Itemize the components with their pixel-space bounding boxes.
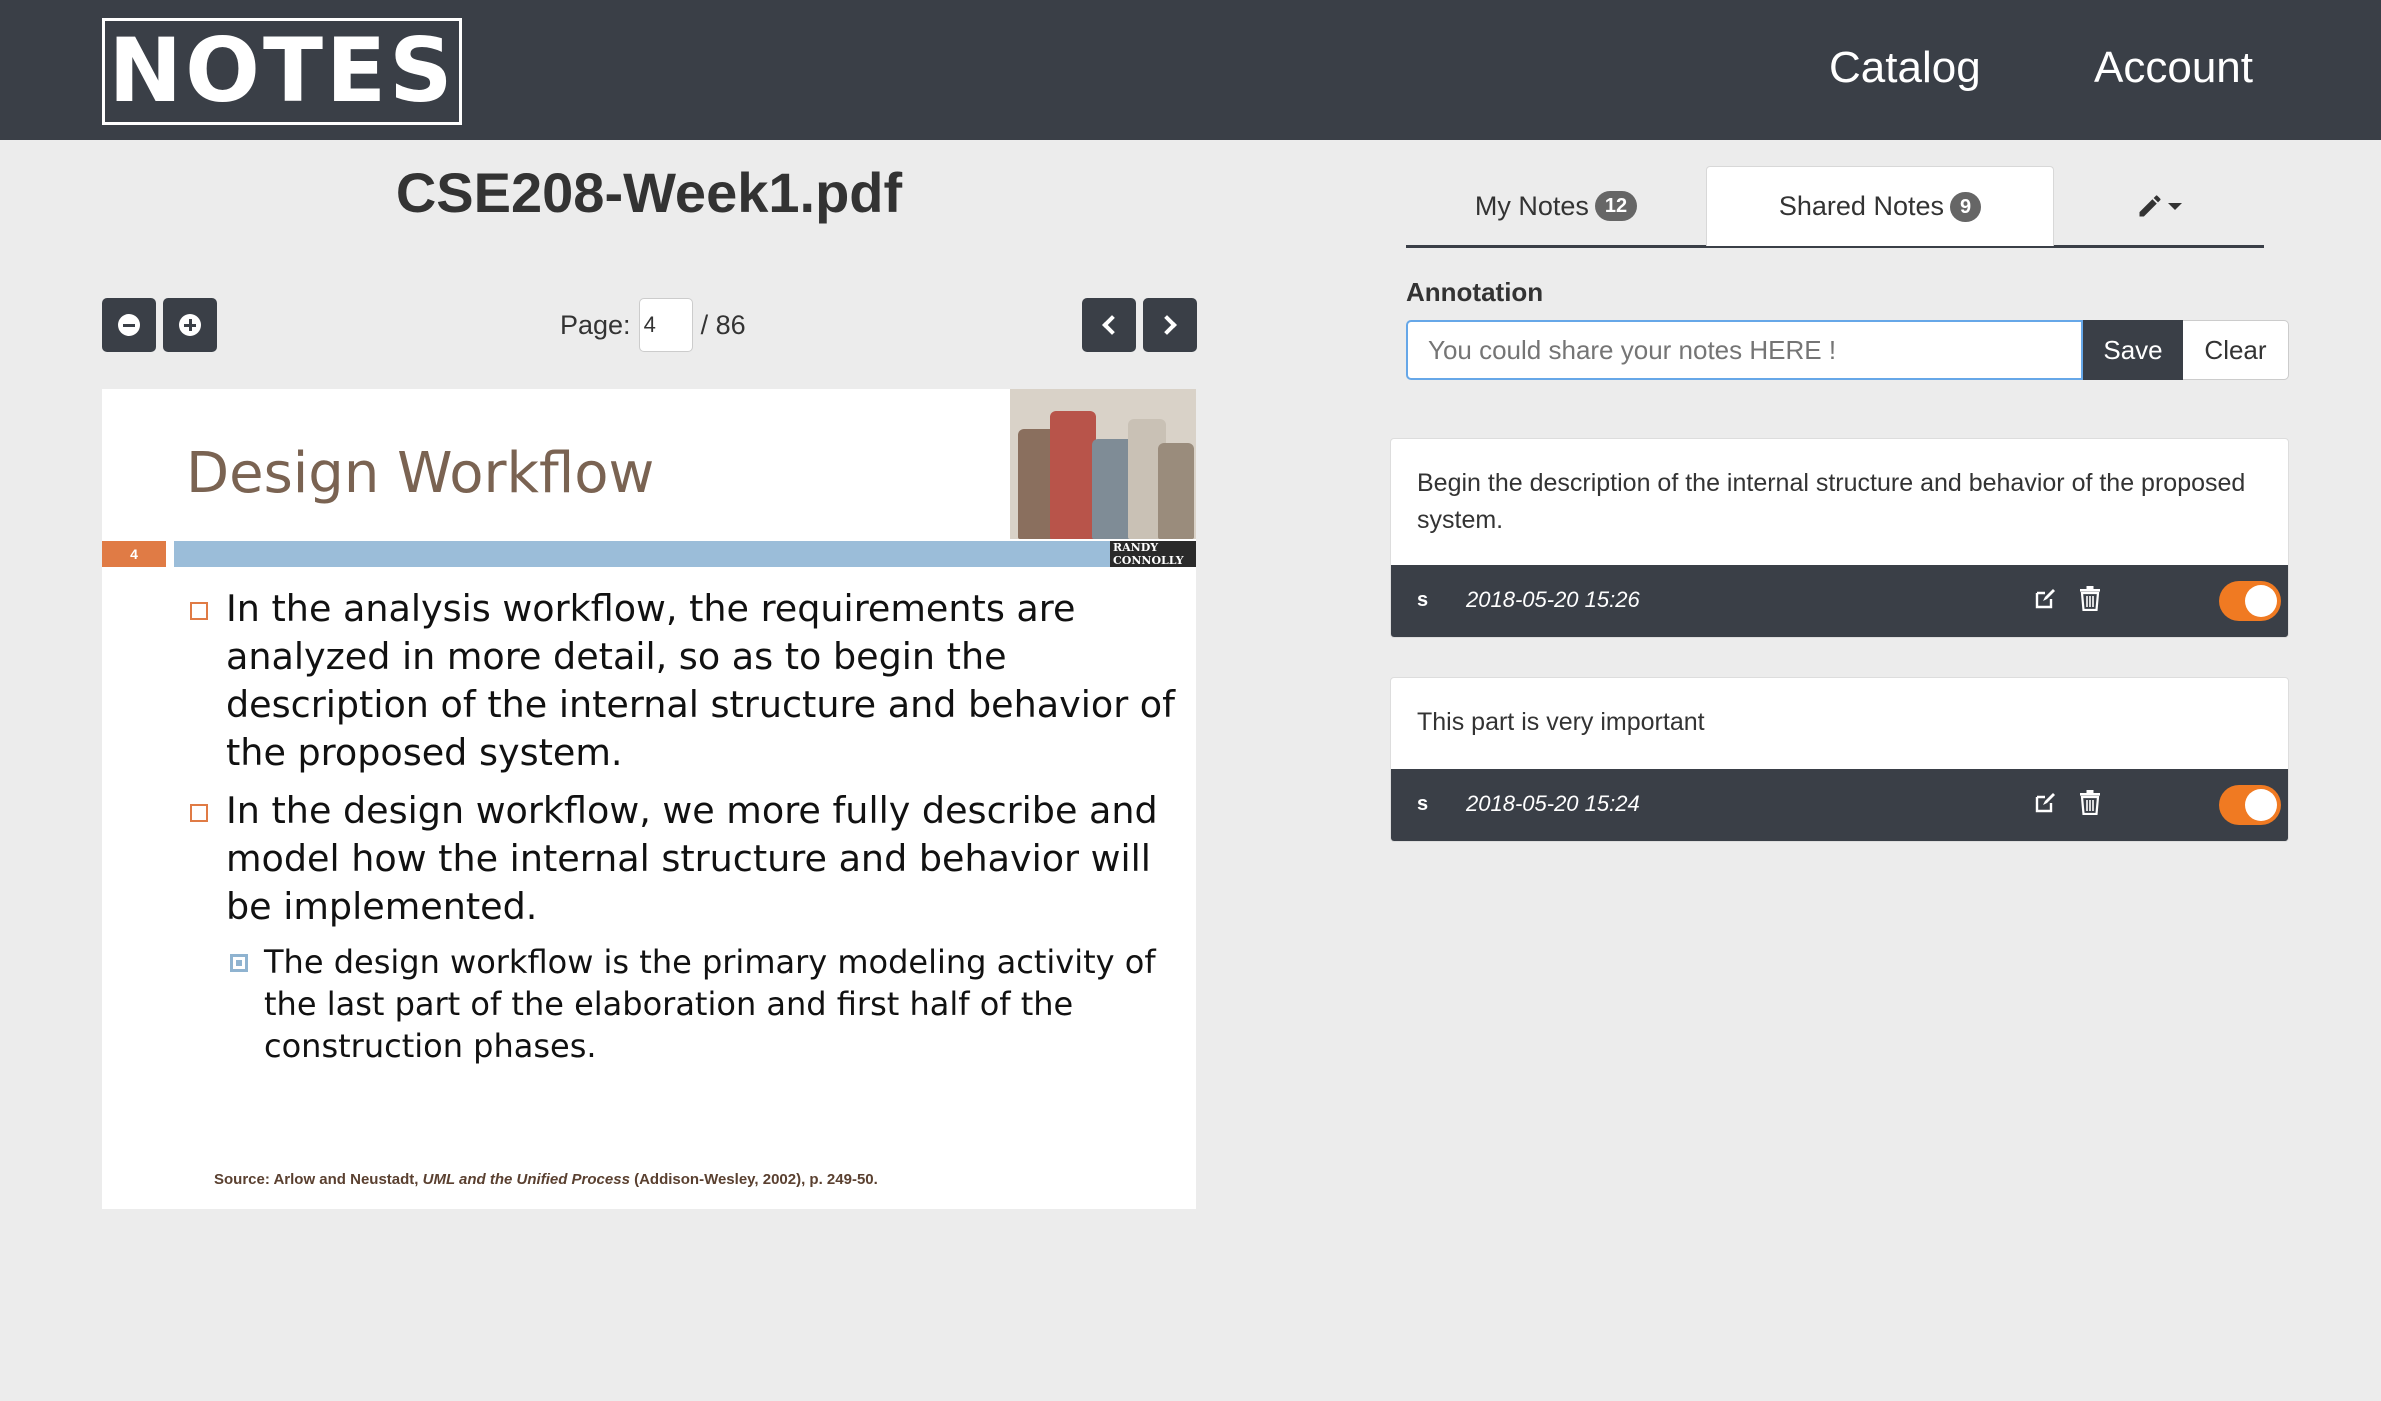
notes-logo[interactable]: NOTES	[102, 18, 462, 125]
slide-subbullet-text: The design workflow is the primary model…	[264, 943, 1156, 1065]
source-suffix: (Addison-Wesley, 2002), p. 249-50.	[634, 1171, 878, 1188]
zoom-out-button[interactable]	[102, 298, 156, 352]
shared-notes-count-badge: 9	[1949, 191, 1982, 222]
share-toggle[interactable]	[2219, 785, 2281, 825]
square-subbullet-icon	[230, 954, 248, 972]
save-button[interactable]: Save	[2083, 320, 2183, 380]
note-footer: s 2018-05-20 15:24	[1391, 769, 2288, 841]
slide-bullet-text: In the design workflow, we more fully de…	[226, 789, 1158, 928]
note-footer: s 2018-05-20 15:26	[1391, 565, 2288, 637]
source-title: UML and the Unified Process	[422, 1171, 630, 1188]
previous-page-button[interactable]	[1082, 298, 1136, 352]
trash-icon[interactable]	[2079, 789, 2101, 815]
nav-catalog-link[interactable]: Catalog	[1829, 38, 1981, 98]
annotation-label: Annotation	[1406, 277, 1544, 307]
document-title: CSE208-Week1.pdf	[395, 161, 903, 224]
notes-tabs: My Notes 12 Shared Notes 9	[1406, 166, 2264, 248]
note-user: s	[1417, 793, 1429, 815]
edit-icon[interactable]	[2033, 791, 2057, 815]
total-pages: / 86	[700, 309, 746, 340]
share-toggle[interactable]	[2219, 581, 2281, 621]
note-card: Begin the description of the internal st…	[1390, 438, 2289, 638]
chevron-left-icon	[1102, 315, 1122, 335]
trash-icon[interactable]	[2079, 585, 2101, 611]
slide-title-rule	[174, 541, 1196, 567]
note-timestamp: 2018-05-20 15:26	[1466, 587, 1640, 612]
page-number-input[interactable]	[638, 298, 693, 352]
square-bullet-icon	[190, 602, 208, 620]
pencil-icon	[2139, 195, 2161, 217]
slide-bullets: In the analysis workflow, the requiremen…	[186, 585, 1186, 1067]
my-notes-count-badge: 12	[1594, 191, 1638, 221]
author-brand-mark: RANDY CONNOLLY	[1110, 541, 1196, 567]
tab-shared-notes[interactable]: Shared Notes 9	[1706, 166, 2054, 246]
plus-circle-icon	[179, 314, 201, 336]
pdf-page[interactable]: Design Workflow 4 RANDY CONNOLLY In the …	[102, 389, 1196, 1209]
slide-number: 4	[102, 541, 166, 567]
slide-bullet-text: In the analysis workflow, the requiremen…	[226, 587, 1175, 774]
page-label: Page:	[560, 309, 631, 340]
chevron-right-icon	[1157, 315, 1177, 335]
slide-bullet: In the design workflow, we more fully de…	[186, 787, 1186, 931]
edit-icon[interactable]	[2033, 587, 2057, 611]
tab-edit-dropdown[interactable]	[2054, 166, 2264, 246]
brand-line-1: RANDY	[1113, 541, 1159, 554]
clear-button[interactable]: Clear	[2183, 320, 2289, 380]
zoom-in-button[interactable]	[163, 298, 217, 352]
tab-shared-notes-label: Shared Notes	[1778, 191, 1944, 221]
slide-subbullet: The design workflow is the primary model…	[186, 941, 1186, 1067]
note-card: This part is very important s 2018-05-20…	[1390, 677, 2289, 842]
page-control: Page: / 86	[560, 298, 746, 352]
source-prefix: Source: Arlow and Neustadt,	[214, 1171, 419, 1188]
note-timestamp: 2018-05-20 15:24	[1466, 791, 1640, 816]
tab-my-notes-label: My Notes	[1474, 190, 1589, 221]
nav-account-link[interactable]: Account	[2094, 38, 2253, 98]
note-text: Begin the description of the internal st…	[1417, 469, 2246, 534]
tab-my-notes[interactable]: My Notes 12	[1406, 166, 1706, 246]
slide-bullet: In the analysis workflow, the requiremen…	[186, 585, 1186, 777]
next-page-button[interactable]	[1143, 298, 1197, 352]
square-bullet-icon	[190, 804, 208, 822]
robots-photo	[1010, 389, 1196, 539]
slide-title: Design Workflow	[186, 441, 655, 506]
annotation-input[interactable]	[1406, 320, 2083, 380]
chevron-down-icon	[2168, 202, 2182, 210]
slide-source: Source: Arlow and Neustadt, UML and the …	[214, 1171, 878, 1188]
note-text: This part is very important	[1417, 708, 1705, 736]
note-user: s	[1417, 589, 1429, 611]
minus-circle-icon	[118, 314, 140, 336]
brand-line-2: CONNOLLY	[1113, 554, 1184, 567]
top-navbar: NOTES Catalog Account	[0, 0, 2381, 140]
